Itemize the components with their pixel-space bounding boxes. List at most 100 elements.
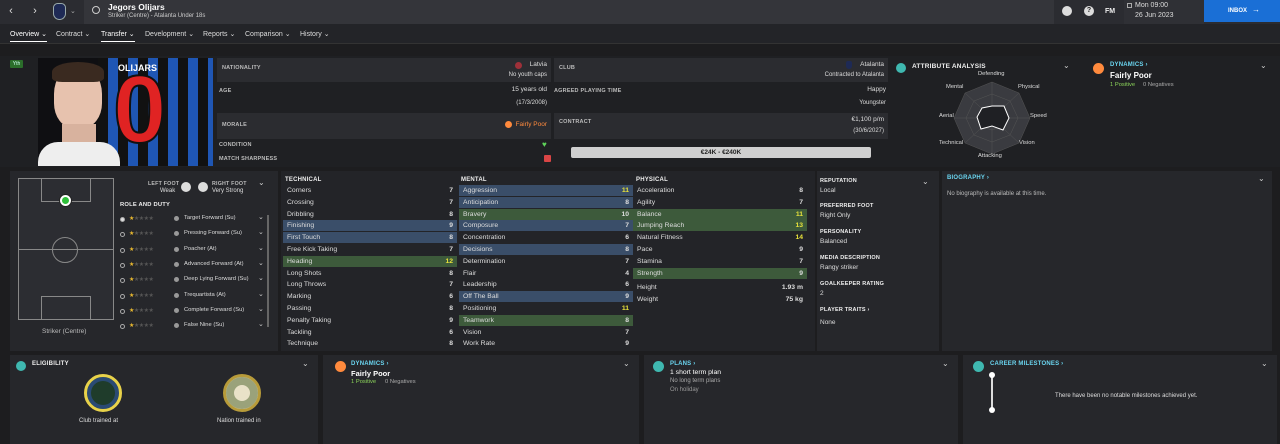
- tab-development[interactable]: Development ⌄: [145, 30, 194, 38]
- attribute-row[interactable]: Positioning 11: [459, 303, 633, 314]
- attribute-row[interactable]: Passing 8: [283, 303, 457, 314]
- dynamics-menu-icon[interactable]: ⌄: [1260, 61, 1267, 70]
- inbox-button[interactable]: INBOX →: [1204, 0, 1280, 22]
- role-radio[interactable]: [120, 324, 125, 330]
- role-radio[interactable]: [120, 232, 125, 238]
- role-scrollbar[interactable]: [267, 215, 269, 327]
- attribute-row[interactable]: Long Shots 8: [283, 268, 457, 279]
- attribute-row[interactable]: Heading 12: [283, 255, 457, 267]
- position-marker-st[interactable]: [60, 195, 71, 206]
- milestones-menu-icon[interactable]: ⌄: [1261, 359, 1268, 368]
- info-menu-icon[interactable]: ⌄: [922, 177, 929, 186]
- attribute-row[interactable]: Free Kick Taking 7: [283, 244, 457, 255]
- club-badge-icon[interactable]: [53, 3, 66, 20]
- role-dropdown-icon[interactable]: ⌄: [258, 213, 264, 221]
- role-row[interactable]: ★★★★★ Target Forward (Su) ⌄: [118, 213, 266, 228]
- role-row[interactable]: ★★★★★ Poacher (At) ⌄: [118, 244, 266, 259]
- attribute-row[interactable]: First Touch 8: [283, 232, 457, 244]
- info-icon[interactable]: [174, 246, 179, 252]
- tab-history[interactable]: History ⌄: [300, 30, 330, 38]
- role-row[interactable]: ★★★★★ Deep Lying Forward (Su) ⌄: [118, 274, 266, 289]
- role-row[interactable]: ★★★★★ Trequartista (At) ⌄: [118, 290, 266, 305]
- role-dropdown-icon[interactable]: ⌄: [258, 228, 264, 236]
- attribute-row[interactable]: Tackling 6: [283, 327, 457, 338]
- role-dropdown-icon[interactable]: ⌄: [258, 244, 264, 252]
- attribute-row[interactable]: Corners 7: [283, 185, 457, 196]
- attribute-row[interactable]: Technique 8: [283, 338, 457, 349]
- attribute-row[interactable]: Vision 7: [459, 327, 633, 338]
- info-icon[interactable]: [174, 261, 179, 267]
- attribute-row[interactable]: Flair 4: [459, 268, 633, 279]
- plans-title-link[interactable]: PLANS ›: [670, 361, 695, 367]
- eligibility-menu-icon[interactable]: ⌄: [302, 359, 309, 368]
- role-radio[interactable]: [120, 293, 125, 299]
- role-radio[interactable]: [120, 247, 125, 253]
- role-dropdown-icon[interactable]: ⌄: [258, 290, 264, 298]
- attribute-row[interactable]: Finishing 9: [283, 220, 457, 232]
- nationality-value[interactable]: Latvia: [530, 61, 547, 68]
- role-dropdown-icon[interactable]: ⌄: [258, 274, 264, 282]
- attribute-row[interactable]: Stamina 7: [633, 256, 807, 267]
- tab-overview[interactable]: Overview ⌄: [10, 30, 47, 42]
- date-panel[interactable]: Mon 09:00 26 Jun 2023: [1124, 0, 1204, 24]
- dynamics-bottom-title-link[interactable]: DYNAMICS ›: [351, 361, 389, 367]
- attribute-row[interactable]: Composure 7: [459, 220, 633, 232]
- info-icon[interactable]: [174, 323, 179, 329]
- attribute-row[interactable]: Acceleration 8: [633, 185, 807, 196]
- role-radio[interactable]: [120, 308, 125, 314]
- attribute-row[interactable]: Decisions 8: [459, 244, 633, 255]
- attribute-row[interactable]: Anticipation 8: [459, 196, 633, 208]
- attribute-row[interactable]: Concentration 6: [459, 232, 633, 243]
- attribute-row[interactable]: Crossing 7: [283, 197, 457, 208]
- role-radio[interactable]: [120, 278, 125, 284]
- tab-reports[interactable]: Reports ⌄: [203, 30, 235, 38]
- attribute-row[interactable]: Work Rate 9: [459, 338, 633, 349]
- soccer-ball-icon[interactable]: [1062, 6, 1072, 16]
- attribute-row[interactable]: Natural Fitness 14: [633, 232, 807, 243]
- attribute-row[interactable]: Agility 7: [633, 197, 807, 208]
- tab-transfer[interactable]: Transfer ⌄: [101, 30, 135, 42]
- attribute-row[interactable]: Jumping Reach 13: [633, 220, 807, 232]
- tab-comparison[interactable]: Comparison ⌄: [245, 30, 291, 38]
- biography-title-link[interactable]: BIOGRAPHY ›: [947, 175, 989, 181]
- search-bar[interactable]: Jegors Olijars Striker (Centre) - Atalan…: [84, 0, 1054, 24]
- attribute-row[interactable]: Long Throws 7: [283, 279, 457, 290]
- role-row[interactable]: ★★★★★ Complete Forward (Su) ⌄: [118, 305, 266, 320]
- role-row[interactable]: ★★★★★ Pressing Forward (Su) ⌄: [118, 228, 266, 243]
- role-row[interactable]: ★★★★★ False Nine (Su) ⌄: [118, 320, 266, 335]
- info-icon[interactable]: [174, 231, 179, 237]
- attribute-row[interactable]: Balance 11: [633, 208, 807, 220]
- role-dropdown-icon[interactable]: ⌄: [258, 305, 264, 313]
- dynamics-title-link[interactable]: DYNAMICS ›: [1110, 62, 1148, 68]
- dynamics-bottom-menu-icon[interactable]: ⌄: [623, 359, 630, 368]
- attribute-row[interactable]: Pace 9: [633, 244, 807, 255]
- plans-menu-icon[interactable]: ⌄: [942, 359, 949, 368]
- attribute-row[interactable]: Penalty Taking 9: [283, 315, 457, 326]
- attribute-row[interactable]: Leadership 6: [459, 279, 633, 290]
- contract-row[interactable]: CONTRACT €1,100 p/m (30/6/2027): [554, 113, 888, 139]
- forward-icon[interactable]: ›: [28, 4, 42, 18]
- info-icon[interactable]: [174, 292, 179, 298]
- info-icon[interactable]: [174, 277, 179, 283]
- attribute-row[interactable]: Aggression 11: [459, 185, 633, 196]
- dropdown-chevron-icon[interactable]: ⌄: [70, 7, 76, 15]
- milestones-title-link[interactable]: CAREER MILESTONES ›: [990, 361, 1063, 367]
- attribute-row[interactable]: Strength 9: [633, 267, 807, 279]
- attribute-row[interactable]: Teamwork 8: [459, 314, 633, 326]
- role-radio[interactable]: [120, 217, 125, 222]
- role-row[interactable]: ★★★★★ Advanced Forward (At) ⌄: [118, 259, 266, 274]
- role-dropdown-icon[interactable]: ⌄: [258, 259, 264, 267]
- tab-contract[interactable]: Contract ⌄: [56, 30, 90, 38]
- info-icon[interactable]: [174, 307, 179, 313]
- back-icon[interactable]: ‹: [4, 4, 18, 18]
- attribute-row[interactable]: Marking 6: [283, 291, 457, 302]
- value-bar[interactable]: €24K - €240K: [571, 147, 871, 158]
- biography-menu-icon[interactable]: ⌄: [1258, 174, 1265, 183]
- attribute-row[interactable]: Determination 7: [459, 256, 633, 267]
- role-dropdown-icon[interactable]: ⌄: [258, 320, 264, 328]
- attribute-row[interactable]: Dribbling 8: [283, 209, 457, 220]
- attribute-row[interactable]: Bravery 10: [459, 208, 633, 220]
- role-radio[interactable]: [120, 262, 125, 268]
- player-traits-link[interactable]: PLAYER TRAITS ›: [820, 307, 870, 313]
- help-icon[interactable]: ?: [1084, 6, 1094, 16]
